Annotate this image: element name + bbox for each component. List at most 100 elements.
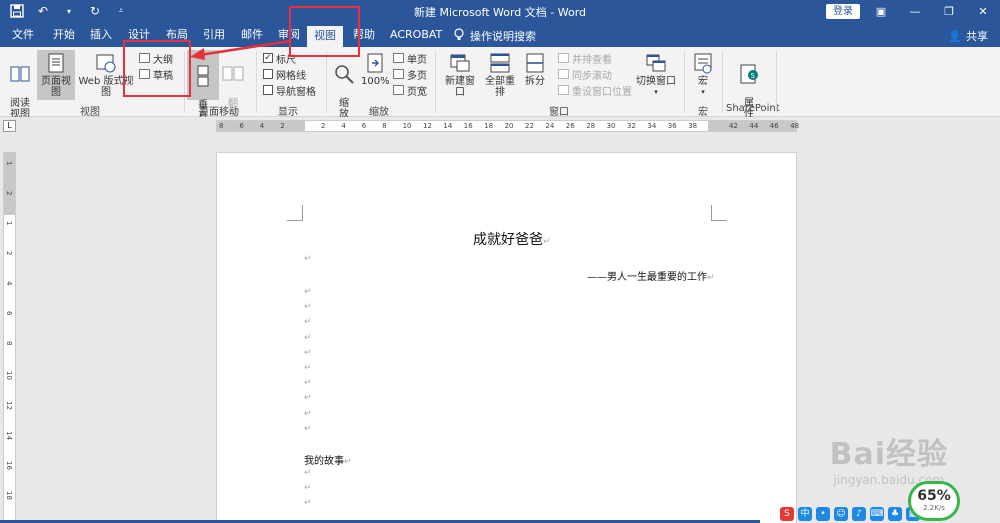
- paragraph-mark: ↵: [304, 287, 312, 297]
- ruler-tick-label: 42: [729, 122, 738, 130]
- keyboard-icon[interactable]: ⌨: [870, 506, 884, 521]
- paragraph-mark: ↵: [304, 363, 312, 373]
- ruler-tick-label: 10: [402, 122, 412, 130]
- arrange-all-button[interactable]: 全部重排: [481, 52, 519, 98]
- baidu-watermark: Bai经验 jingyan.baidu.com: [830, 429, 948, 487]
- vertical-ruler-tick-label: 6: [5, 311, 13, 316]
- sync-scroll-button[interactable]: 同步滚动: [558, 67, 612, 82]
- reset-position-button[interactable]: 重设窗口位置: [558, 83, 632, 98]
- document-heading[interactable]: 我的故事↵: [304, 452, 352, 467]
- ruler-tick-label: 8: [382, 122, 387, 130]
- switch-windows-icon: [646, 54, 666, 72]
- sharepoint-properties-icon: S: [740, 64, 758, 84]
- print-layout-button[interactable]: 页面视图: [37, 50, 75, 100]
- multi-page-label: 多页: [407, 70, 427, 82]
- highlight-view-tab-box: [289, 6, 360, 57]
- paragraph-mark: ↵: [304, 498, 312, 508]
- ruler-tick-label: 34: [647, 122, 657, 130]
- nav-pane-checkbox[interactable]: 导航窗格: [263, 83, 316, 98]
- new-window-button[interactable]: 新建窗口: [441, 52, 479, 98]
- tab-insert[interactable]: 插入: [90, 27, 112, 45]
- side-by-side-button[interactable]: 并排查看: [558, 51, 612, 66]
- vertical-ruler-tick-label: 1: [5, 161, 13, 166]
- side-to-side-icon: [222, 66, 244, 81]
- ruler-tick-label: 2: [321, 122, 326, 130]
- network-speed-widget[interactable]: 65% 2.2K/s: [908, 481, 960, 521]
- redo-icon[interactable]: ↻: [86, 2, 104, 20]
- vertical-ruler-tick-label: 2: [5, 191, 13, 196]
- zoom-group-label: 缩放: [369, 107, 389, 118]
- window-controls: ▣ — ❐ ✕: [864, 0, 1000, 23]
- new-window-icon: [450, 54, 470, 72]
- zoom-100-label: 100%: [361, 76, 390, 87]
- page-width-label: 页宽: [407, 86, 427, 98]
- tab-selector-icon[interactable]: L: [3, 120, 16, 132]
- one-page-button[interactable]: 单页: [393, 51, 427, 66]
- highlight-outline-box: [123, 40, 191, 97]
- ruler-tick-label: 32: [627, 122, 636, 130]
- ribbon-display-options-icon[interactable]: ▣: [864, 0, 898, 23]
- ruler-strip: 8 6 4 2 2 4 6 8 10 12 14 16 18 20 22 24 26 28 30 32 34 36 38 42…: [216, 120, 799, 132]
- read-mode-button[interactable]: 阅读 视图: [6, 52, 34, 120]
- vertical-ruler-tick-label: 1: [5, 221, 13, 226]
- divider: [435, 51, 436, 113]
- read-mode-icon: [10, 66, 30, 82]
- ruler-tick-label: 46: [769, 122, 779, 130]
- person-icon: 👤: [948, 29, 962, 43]
- side-by-side-label: 并排查看: [572, 54, 612, 66]
- annotation-arrow-icon: [190, 39, 291, 60]
- nav-pane-label: 导航窗格: [276, 86, 316, 98]
- document-page[interactable]: 成就好爸爸↵ ↵ ——男人一生最重要的工作↵ ↵ ↵ ↵ ↵ ↵ ↵ ↵ ↵ ↵ ↵ 我的故事↵ …: [216, 152, 797, 523]
- customize-qat-icon[interactable]: ⩡: [112, 2, 130, 20]
- tab-file[interactable]: 文件: [12, 27, 34, 45]
- chinese-input-icon[interactable]: 中: [798, 506, 812, 521]
- macros-button[interactable]: 宏 ▾: [690, 52, 716, 98]
- macros-label: 宏: [698, 76, 708, 87]
- views-group-label: 视图: [80, 107, 100, 118]
- dropdown-chevron-icon[interactable]: ▾: [60, 2, 78, 20]
- close-icon[interactable]: ✕: [966, 0, 1000, 23]
- share-button[interactable]: 👤 共享: [948, 28, 988, 44]
- one-page-label: 单页: [407, 54, 427, 66]
- vertical-ruler[interactable]: 1 2 1 2 4 6 8 10 12 14 16 18: [3, 152, 16, 523]
- document-title[interactable]: 成就好爸爸↵: [473, 229, 551, 249]
- login-button[interactable]: 登录: [826, 4, 860, 19]
- divider: [722, 51, 723, 113]
- sync-scroll-icon: [558, 69, 569, 79]
- ruler-tick-label: 2: [280, 122, 285, 130]
- tab-acrobat[interactable]: ACROBAT: [390, 27, 442, 45]
- paragraph-mark: ↵: [304, 317, 312, 328]
- zoom-100-button[interactable]: 100%: [361, 52, 390, 87]
- vertical-ruler-tick-label: 16: [5, 461, 13, 470]
- document-subtitle[interactable]: ——男人一生最重要的工作↵: [587, 268, 715, 283]
- skin-icon[interactable]: ♣: [888, 506, 902, 521]
- sogou-s-icon[interactable]: S: [780, 506, 794, 521]
- multi-page-button[interactable]: 多页: [393, 67, 427, 82]
- split-button[interactable]: 拆分: [524, 52, 546, 87]
- crop-mark: [711, 205, 727, 221]
- chevron-down-icon: ▾: [654, 88, 658, 96]
- minimize-icon[interactable]: —: [898, 0, 932, 23]
- ruler-tick-label: 38: [688, 122, 698, 130]
- undo-icon[interactable]: ↶: [34, 2, 52, 20]
- tab-home[interactable]: 开始: [53, 27, 75, 45]
- svg-text:S: S: [751, 72, 756, 80]
- restore-icon[interactable]: ❐: [932, 0, 966, 23]
- horizontal-ruler[interactable]: L 8 6 4 2 2 4 6 8 10 12 14 16 18 20 22 24 26 28 30 32 34 36 38…: [0, 117, 1000, 135]
- watermark-brand: Bai经验: [829, 437, 948, 472]
- vertical-ruler-tick-label: 8: [5, 341, 13, 346]
- gridlines-checkbox[interactable]: 网格线: [263, 67, 306, 82]
- new-window-label: 新建窗口: [445, 76, 475, 98]
- macros-icon: [694, 53, 712, 74]
- share-label: 共享: [966, 30, 988, 43]
- save-icon[interactable]: [8, 2, 26, 20]
- page-width-button[interactable]: 页宽: [393, 83, 427, 98]
- zoom-button[interactable]: 缩 放: [332, 52, 356, 120]
- switch-windows-button[interactable]: 切换窗口 ▾: [636, 52, 676, 98]
- tell-me-search[interactable]: 操作说明搜索: [454, 28, 536, 44]
- vertical-pages-icon: [197, 65, 209, 87]
- emoji-icon[interactable]: ☺: [834, 506, 848, 521]
- sharepoint-group-label: SharePoint: [726, 103, 780, 114]
- microphone-icon[interactable]: ♪: [852, 506, 866, 521]
- punctuation-icon[interactable]: •: [816, 506, 830, 521]
